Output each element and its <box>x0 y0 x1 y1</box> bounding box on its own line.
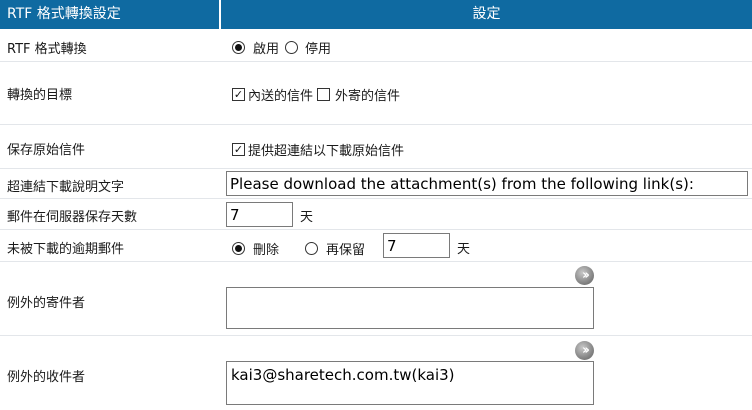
row-exception-recipient: 例外的收件者 ›› kai3@sharetech.com.tw(kai3) <box>0 336 752 410</box>
row-retention-days: 郵件在伺服器保存天數 7 天 <box>0 199 752 230</box>
section-header-title: RTF 格式轉換設定 <box>0 0 219 29</box>
row-conversion-target: 轉換的目標 ✓ 內送的信件 外寄的信件 <box>0 62 752 125</box>
retention-days-unit: 天 <box>300 210 314 225</box>
internal-mail-checkbox[interactable]: ✓ <box>232 88 245 101</box>
rtf-disable-label: 停用 <box>305 42 332 57</box>
exception-sender-textarea[interactable] <box>226 287 594 329</box>
rtf-enable-label: 啟用 <box>253 42 280 57</box>
expired-delete-label: 刪除 <box>253 243 280 258</box>
expired-retain-label: 再保留 <box>326 243 366 258</box>
retention-days-input[interactable]: 7 <box>226 202 293 227</box>
internal-mail-label: 內送的信件 <box>248 89 314 104</box>
exception-sender-label: 例外的寄件者 <box>7 296 86 311</box>
rtf-label: RTF 格式轉換 <box>7 42 87 57</box>
link-text-input[interactable]: Please download the attachment(s) from t… <box>226 171 748 196</box>
expired-retain-days-input[interactable]: 7 <box>383 233 450 258</box>
exception-recipient-label: 例外的收件者 <box>7 370 86 385</box>
expired-retain-radio[interactable] <box>305 242 318 255</box>
recipient-expand-icon[interactable]: ›› <box>575 341 594 360</box>
link-text-label: 超連結下載說明文字 <box>7 180 125 195</box>
expired-mail-label: 未被下載的逾期郵件 <box>7 242 125 257</box>
row-exception-sender: 例外的寄件者 ›› <box>0 262 752 336</box>
rtf-disable-radio[interactable] <box>285 41 299 54</box>
exception-recipient-textarea[interactable]: kai3@sharetech.com.tw(kai3) <box>226 361 594 405</box>
row-rtf-conversion: RTF 格式轉換 啟用 停用 <box>0 29 752 62</box>
rtf-enable-radio[interactable] <box>232 41 245 54</box>
expired-delete-radio[interactable] <box>232 242 245 255</box>
row-keep-original: 保存原始信件 ✓ 提供超連結以下載原始信件 <box>0 125 752 169</box>
keep-original-label: 保存原始信件 <box>7 143 86 158</box>
row-expired-mail: 未被下載的逾期郵件 刪除 再保留 7 天 <box>0 230 752 262</box>
download-link-checkbox[interactable]: ✓ <box>232 143 245 156</box>
external-mail-checkbox[interactable] <box>317 88 331 101</box>
expired-retain-days-unit: 天 <box>457 242 471 257</box>
sender-expand-icon[interactable]: ›› <box>575 266 594 285</box>
external-mail-label: 外寄的信件 <box>335 89 401 104</box>
row-link-text: 超連結下載說明文字 Please download the attachment… <box>0 169 752 199</box>
download-link-label: 提供超連結以下載原始信件 <box>248 144 405 159</box>
settings-header: 設定 <box>221 0 752 29</box>
retention-days-label: 郵件在伺服器保存天數 <box>7 210 138 225</box>
target-label: 轉換的目標 <box>7 88 73 103</box>
